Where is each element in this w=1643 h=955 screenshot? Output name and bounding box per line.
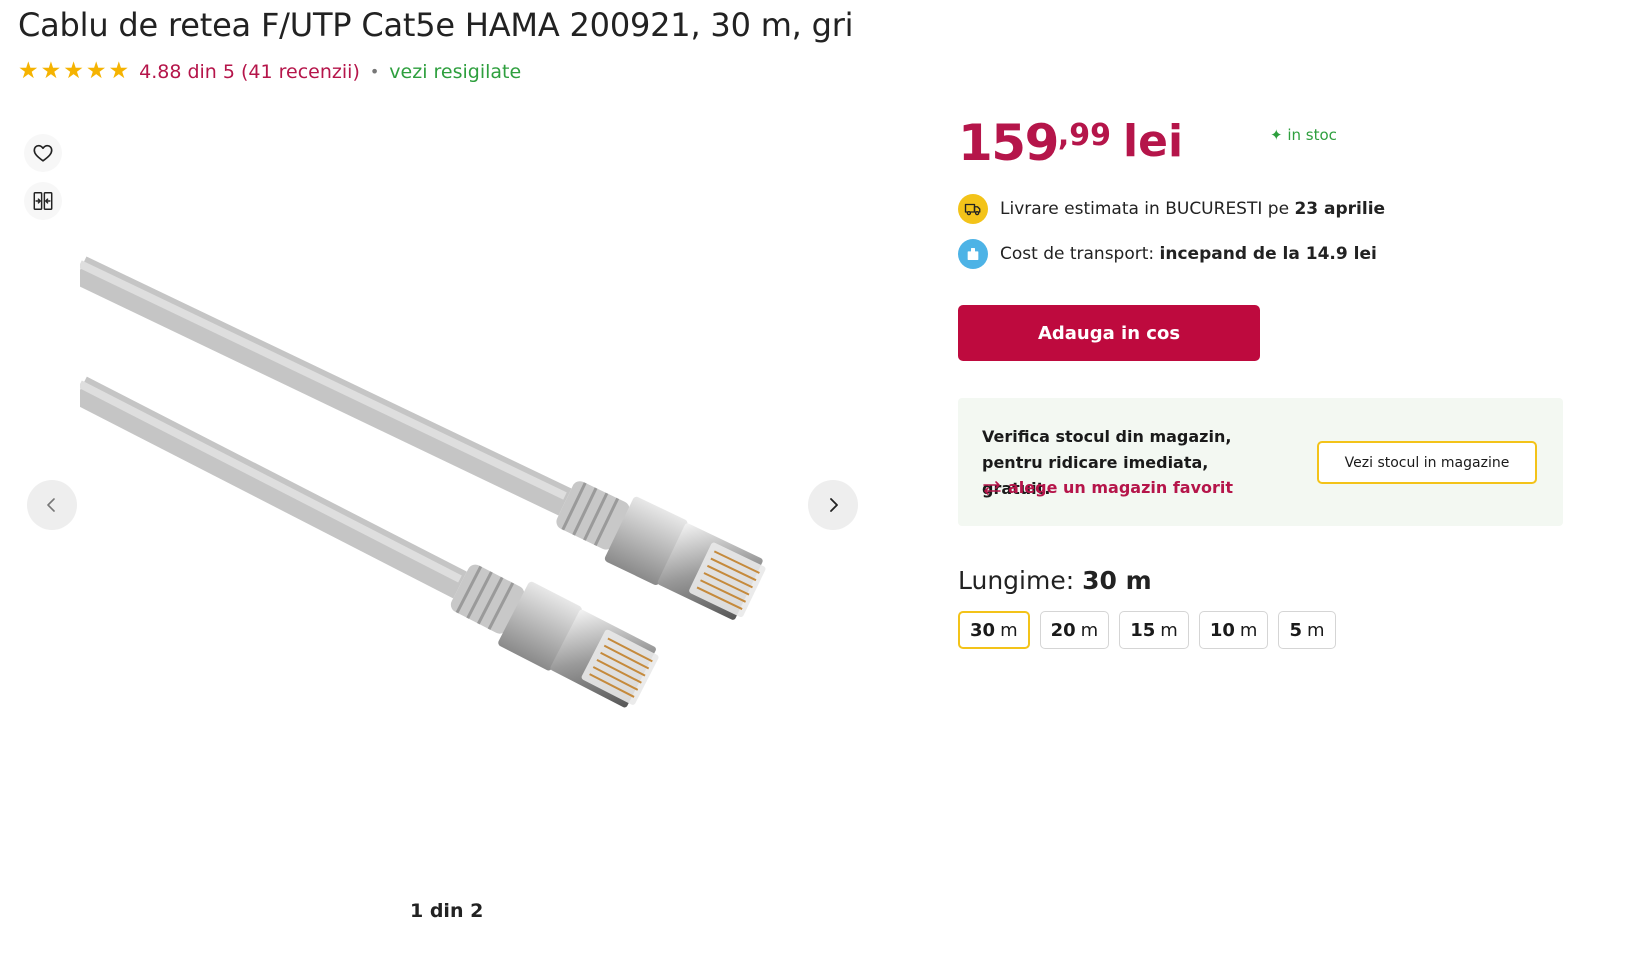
length-option-value: 15	[1130, 619, 1156, 641]
length-option-value: 20	[1050, 619, 1076, 641]
truck-icon	[958, 194, 988, 224]
chevron-right-icon	[830, 498, 838, 512]
delivery-info: Livrare estimata in BUCURESTI pe 23 apri…	[958, 194, 1385, 224]
length-option-unit: m	[1239, 619, 1258, 641]
favorite-store-label: alege un magazin favorit	[1008, 478, 1234, 497]
length-option-30[interactable]: 30 m	[958, 611, 1030, 649]
length-option-value: 30	[970, 619, 996, 641]
length-option-unit: m	[1080, 619, 1099, 641]
stock-label: in stoc	[1287, 126, 1337, 144]
length-label: Lungime:	[958, 566, 1075, 595]
rating-stars[interactable]: ★ ★ ★ ★ ★	[18, 60, 129, 83]
length-option-15[interactable]: 15 m	[1119, 611, 1189, 649]
length-option-unit: m	[1306, 619, 1325, 641]
length-option-unit: m	[1000, 619, 1018, 641]
view-store-stock-button[interactable]: Vezi stocul in magazine	[1317, 441, 1537, 484]
transport-prefix: Cost de transport:	[1000, 244, 1155, 264]
heart-icon	[33, 144, 53, 162]
separator-dot: •	[369, 62, 380, 81]
reviews-link[interactable]: 4.88 din 5 (41 recenzii)	[139, 61, 360, 83]
favorite-store-link[interactable]: alege un magazin favorit	[982, 478, 1233, 497]
add-to-cart-button[interactable]: Adauga in cos	[958, 305, 1260, 361]
length-option-value: 5	[1289, 619, 1302, 641]
gallery-counter: 1 din 2	[410, 900, 484, 922]
price-integer: 159	[958, 114, 1059, 172]
resigilate-link[interactable]: vezi resigilate	[389, 61, 521, 83]
delivery-prefix: Livrare estimata in BUCURESTI pe	[1000, 199, 1290, 219]
compare-icon	[33, 192, 53, 210]
price-decimal: ,99	[1057, 118, 1112, 153]
chevron-left-icon	[47, 498, 55, 512]
stock-status: ✦ in stoc	[1270, 126, 1337, 144]
star-icon: ★	[108, 58, 130, 84]
star-icon: ★	[63, 58, 84, 84]
transport-info: Cost de transport: incepand de la 14.9 l…	[958, 239, 1377, 269]
length-option-5[interactable]: 5m	[1278, 611, 1336, 649]
wishlist-button[interactable]	[24, 134, 62, 172]
length-selected-value: 30 m	[1082, 566, 1152, 595]
length-option-20[interactable]: 20 m	[1039, 611, 1110, 649]
page-title: Cablu de retea F/UTP Cat5e HAMA 200921, …	[18, 6, 854, 44]
star-icon: ★	[85, 58, 107, 84]
package-icon	[958, 239, 988, 269]
price-currency: lei	[1123, 116, 1184, 167]
swap-arrows-icon	[983, 480, 1001, 495]
delivery-date: 23 aprilie	[1294, 199, 1386, 219]
product-price: 159 ,99 lei	[958, 114, 1184, 172]
store-stock-panel: Verifica stocul din magazin, pentru ridi…	[958, 398, 1563, 526]
length-options: 30 m 20 m 15 m 10 m 5m	[958, 611, 1336, 649]
length-option-10[interactable]: 10 m	[1198, 611, 1269, 649]
length-option-value: 10	[1209, 619, 1235, 641]
compare-button[interactable]	[24, 182, 62, 220]
gallery-next-button[interactable]	[808, 480, 858, 530]
star-icon: ★	[18, 58, 39, 84]
star-icon: ★	[40, 58, 62, 84]
length-option-unit: m	[1160, 619, 1178, 641]
product-image[interactable]	[80, 240, 820, 780]
rating-row: ★ ★ ★ ★ ★ 4.88 din 5 (41 recenzii) • vez…	[18, 60, 521, 83]
gallery-prev-button[interactable]	[27, 480, 77, 530]
length-selector-label: Lungime: 30 m	[958, 566, 1152, 595]
sparkle-icon: ✦	[1270, 126, 1283, 144]
transport-value: incepand de la 14.9 lei	[1159, 244, 1377, 264]
